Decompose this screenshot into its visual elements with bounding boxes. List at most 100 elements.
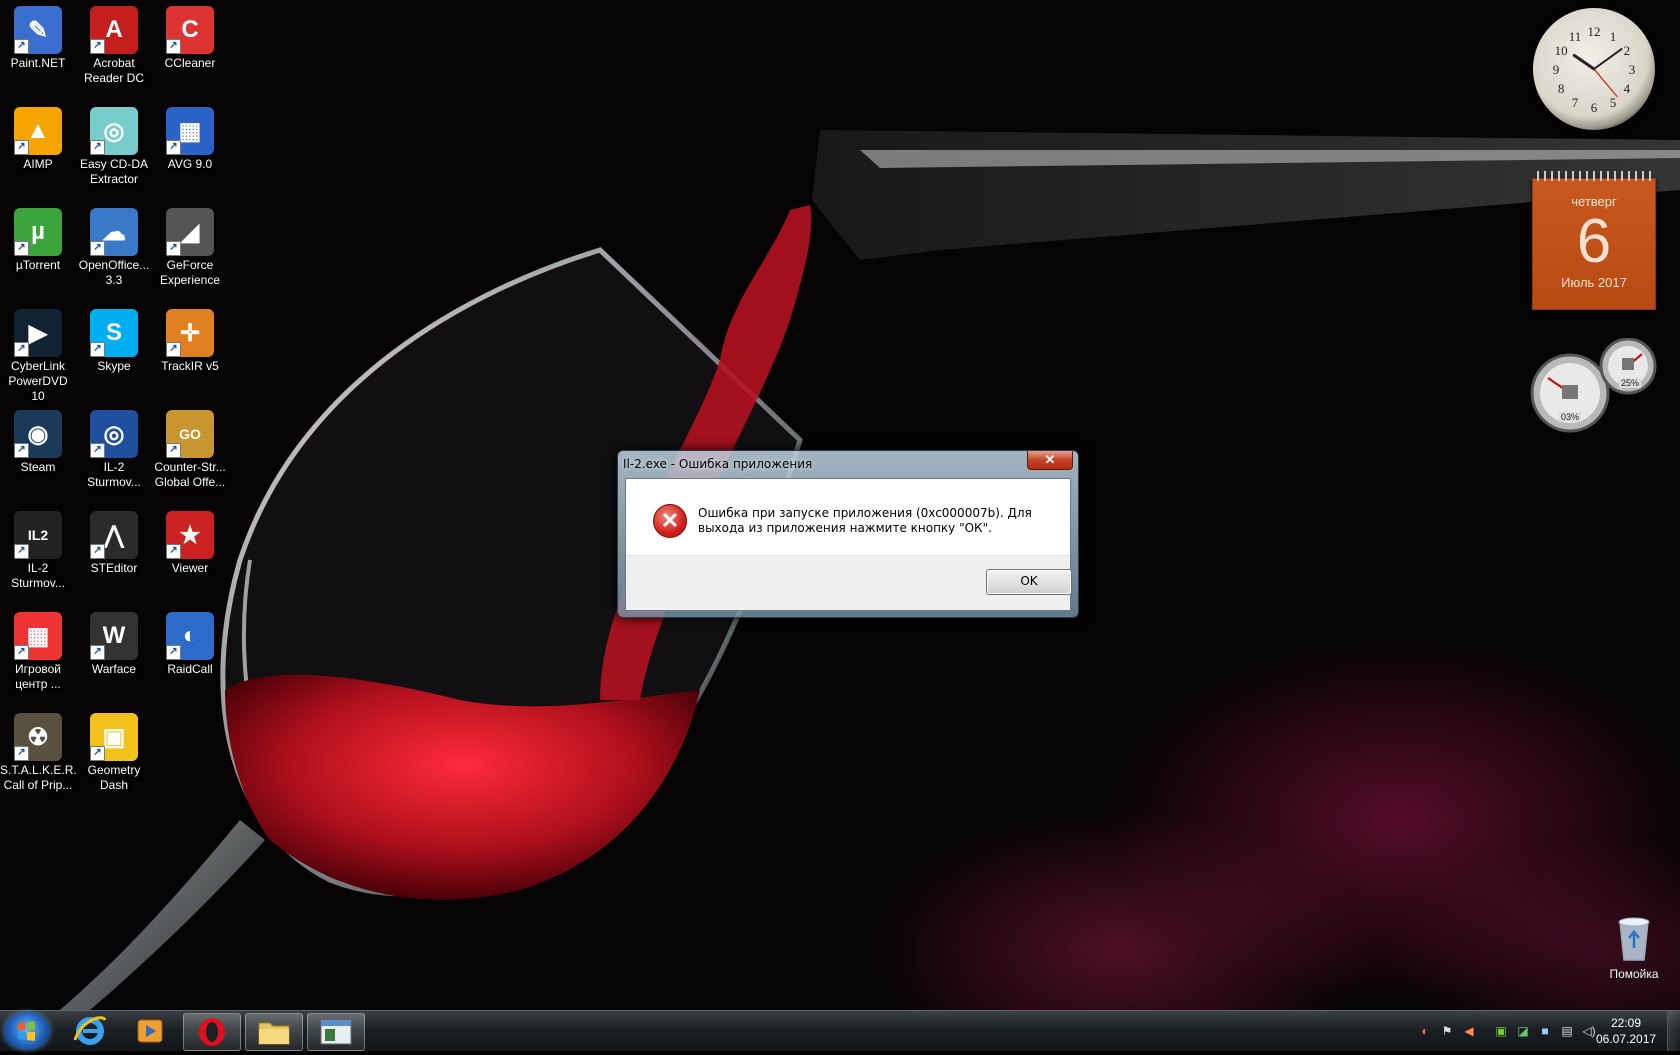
shortcut-arrow-icon: ↗ (14, 140, 29, 155)
desktop-icon-label: CCleaner (164, 56, 216, 70)
close-button[interactable]: ✕ (1027, 451, 1073, 470)
recycle-bin[interactable]: Помойка (1598, 914, 1670, 981)
shortcut-arrow-icon: ↗ (166, 39, 181, 54)
desktop-icon-label: Skype (97, 359, 131, 373)
desktop-icon-ccleaner[interactable]: C ↗ CCleaner (152, 6, 228, 71)
desktop-icon-label: Warface (91, 662, 137, 676)
desktop-icon-label: Steam (20, 460, 56, 474)
windows-logo-icon (18, 1021, 35, 1041)
desktop-icon-powerdvd[interactable]: ▶ ↗ CyberLink PowerDVD 10 (0, 309, 76, 404)
desktop-icon-label: Viewer (171, 561, 209, 575)
shortcut-arrow-icon: ↗ (166, 342, 181, 357)
raidcall-icon: ◐ ↗ (166, 612, 214, 660)
desktop-icon-avg[interactable]: ▦ ↗ AVG 9.0 (152, 107, 228, 172)
desktop-icon-compass[interactable]: ⋀ ↗ STEditor (76, 511, 152, 576)
clock-gadget[interactable]: 12 1 2 3 4 5 6 7 8 9 10 11 (1533, 8, 1655, 130)
taskbar-opera[interactable] (183, 1013, 241, 1051)
desktop-icon-cd-extractor[interactable]: ◎ ↗ Easy CD-DA Extractor (76, 107, 152, 187)
star-viewer-icon: ★ ↗ (166, 511, 214, 559)
clock-hour-label: 11 (1569, 29, 1582, 44)
clock-hour-label: 3 (1629, 62, 1636, 77)
show-desktop-button[interactable] (1667, 1011, 1680, 1051)
shortcut-arrow-icon: ↗ (90, 645, 105, 660)
aimp-tray-icon[interactable]: ◀ (1462, 1024, 1476, 1038)
geforce-tray-icon[interactable]: ◪ (1516, 1024, 1530, 1038)
action-center-flag-icon[interactable]: ⚑ (1440, 1024, 1454, 1038)
geometry-dash-icon: ▣ ↗ (90, 713, 138, 761)
desktop-icon-paint-net[interactable]: ✎ ↗ Paint.NET (0, 6, 76, 71)
clock-hour-label: 4 (1624, 81, 1631, 96)
desktop-icon-geforce[interactable]: ◢ ↗ GeForce Experience (152, 208, 228, 288)
cpu-meter-gadget[interactable]: 03% 25% (1530, 337, 1660, 438)
desktop-icon-skype[interactable]: S ↗ Skype (76, 309, 152, 374)
shortcut-arrow-icon: ↗ (166, 241, 181, 256)
ok-button[interactable]: OK (986, 569, 1072, 595)
clock-hour-label: 7 (1572, 95, 1579, 110)
acrobat-icon: A ↗ (90, 6, 138, 54)
error-dialog[interactable]: Il-2.exe - Ошибка приложения ✕ ✕ Ошибка … (617, 450, 1079, 618)
taskbar-il2-window[interactable] (307, 1013, 365, 1051)
paint-net-icon: ✎ ↗ (14, 6, 62, 54)
taskbar-media-player[interactable] (122, 1013, 178, 1049)
calendar-month-year: Июль 2017 (1561, 275, 1627, 290)
dialog-title: Il-2.exe - Ошибка приложения (623, 457, 813, 471)
clock-hour-hand (1572, 53, 1596, 71)
shortcut-arrow-icon: ↗ (90, 342, 105, 357)
desktop-icon-aimp[interactable]: ▲ ↗ AIMP (0, 107, 76, 172)
shortcut-arrow-icon: ↗ (90, 39, 105, 54)
desktop-icon-trackir[interactable]: ✛ ↗ TrackIR v5 (152, 309, 228, 374)
desktop-icon-label: Paint.NET (10, 56, 66, 70)
taskbar-time: 22:09 (1610, 1016, 1642, 1030)
start-button[interactable] (4, 1012, 50, 1050)
volume-icon[interactable]: ◁) (1582, 1024, 1596, 1038)
clock-hour-label: 6 (1591, 100, 1598, 115)
geforce-icon: ◢ ↗ (166, 208, 214, 256)
dialog-client: ✕ Ошибка при запуске приложения (0xc0000… (625, 478, 1072, 611)
shortcut-arrow-icon: ↗ (166, 544, 181, 559)
desktop-icon-label: STEditor (90, 561, 138, 575)
desktop-icon-star-viewer[interactable]: ★ ↗ Viewer (152, 511, 228, 576)
desktop-icon-label: S.T.A.L.K.E.R. Call of Prip... (0, 763, 77, 792)
desktop-icon-csgo[interactable]: GO ↗ Counter-Str... Global Offe... (152, 410, 228, 490)
opera-icon (199, 1018, 225, 1046)
network-icon[interactable]: ▤ (1560, 1024, 1574, 1038)
radiation-icon: ☢ ↗ (14, 713, 62, 761)
cpu-usage-value: 03% (1559, 412, 1582, 422)
desktop-icon-il2-roundel[interactable]: ◎ ↗ IL-2 Sturmov... (76, 410, 152, 490)
desktop-icon-steam[interactable]: ◉ ↗ Steam (0, 410, 76, 475)
desktop-icon-il2-logo[interactable]: IL2 ↗ IL-2 Sturmov... (0, 511, 76, 591)
opera-sync-tray-icon[interactable]: ◐ (1418, 1024, 1432, 1038)
desktop-icon-openoffice[interactable]: ☁ ↗ OpenOffice... 3.3 (76, 208, 152, 288)
desktop-icon-rubiks-cube[interactable]: ▦ ↗ Игровой центр ... (0, 612, 76, 692)
desktop-icon-label: µTorrent (15, 258, 61, 272)
utorrent-icon: µ ↗ (14, 208, 62, 256)
cpu-meter-dials (1530, 337, 1657, 433)
dialog-button-bar: OK (626, 555, 1072, 610)
ram-usage-value: 25% (1619, 378, 1642, 388)
desktop-icon-geometry-dash[interactable]: ▣ ↗ Geometry Dash (76, 713, 152, 793)
desktop-icon-label: AIMP (23, 157, 53, 171)
taskbar-file-explorer[interactable] (245, 1013, 303, 1051)
openoffice-icon: ☁ ↗ (90, 208, 138, 256)
desktop-icon-warface[interactable]: W ↗ Warface (76, 612, 152, 677)
error-message: Ошибка при запуске приложения (0xc000007… (698, 506, 1032, 535)
il2-roundel-icon: ◎ ↗ (90, 410, 138, 458)
desktop-icon-label: IL-2 Sturmov... (11, 561, 65, 590)
desktop-icon-raidcall[interactable]: ◐ ↗ RaidCall (152, 612, 228, 677)
shortcut-arrow-icon: ↗ (90, 443, 105, 458)
shortcut-arrow-icon: ↗ (90, 746, 105, 761)
clock-hour-label: 1 (1610, 29, 1617, 44)
raidcall-tray-icon[interactable]: ■ (1538, 1024, 1552, 1038)
taskbar-internet-explorer[interactable] (62, 1013, 118, 1049)
desktop-icon-utorrent[interactable]: µ ↗ µTorrent (0, 208, 76, 273)
aimp-icon: ▲ ↗ (14, 107, 62, 155)
desktop-icon-label: OpenOffice... 3.3 (78, 258, 150, 287)
recycle-bin-label: Помойка (1609, 967, 1659, 981)
desktop-icon-acrobat[interactable]: A ↗ Acrobat Reader DC (76, 6, 152, 86)
desktop-icon-radiation[interactable]: ☢ ↗ S.T.A.L.K.E.R. Call of Prip... (0, 713, 77, 793)
calendar-gadget[interactable]: четверг 6 Июль 2017 (1532, 171, 1656, 310)
clock-face: 12 12 3 45678 9 1011 (1553, 24, 1636, 115)
taskbar-clock[interactable]: 22:09 06.07.2017 (1596, 1015, 1656, 1047)
nvidia-tray-icon[interactable]: ▣ (1494, 1024, 1508, 1038)
desktop-icon-label: Easy CD-DA Extractor (79, 157, 148, 186)
